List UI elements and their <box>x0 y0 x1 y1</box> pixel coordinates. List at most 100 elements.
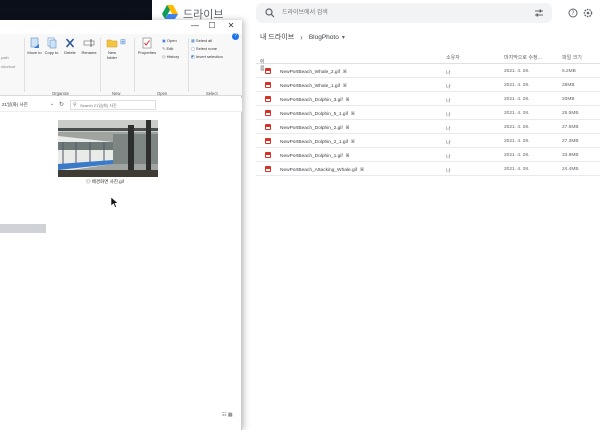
nav-pane-selected-item[interactable] <box>0 224 46 233</box>
move-to-button[interactable]: Move to <box>27 37 42 56</box>
breadcrumb-dropdown-icon[interactable]: ▾ <box>342 34 345 41</box>
file-size: 33.9MB <box>562 152 579 158</box>
close-button[interactable]: ✕ <box>224 21 238 30</box>
explorer-ribbon: path shortcut Move to Copy to Delete Ren… <box>0 34 242 96</box>
breadcrumb-separator-icon: › <box>300 32 303 42</box>
select-all-menu-item[interactable]: ▦ Select all <box>191 38 212 43</box>
file-name[interactable]: NewPortBeach_Whale_1.gif ꕤ <box>280 83 347 89</box>
file-owner: 나 <box>446 84 451 90</box>
ribbon-group-open: Open <box>157 91 168 96</box>
new-item-icon[interactable]: ⊞ <box>120 38 126 46</box>
gif-file-icon <box>265 166 271 172</box>
file-row[interactable]: NewPortBeach_Whale_1.gif ꕤ 나 2021. 4. 28. 28… <box>256 78 600 92</box>
shared-people-icon: ꕤ <box>345 96 350 102</box>
shared-people-icon: ꕤ <box>343 68 347 74</box>
file-size: 20MB <box>562 96 575 102</box>
view-toggle-icons[interactable]: ☷ ▦ <box>222 412 233 418</box>
svg-text:?: ? <box>571 10 574 17</box>
copy-to-icon <box>47 37 56 49</box>
file-row[interactable]: NewPortBeach_Whale_2.gif ꕤ 나 2021. 4. 28. 5.… <box>256 64 600 78</box>
shared-people-icon: ꕤ <box>345 124 350 130</box>
maximize-button[interactable]: ☐ <box>205 21 219 30</box>
file-size: 28MB <box>562 82 575 88</box>
file-row[interactable]: NewPortBeach_Dolphin_3.gif ꕤ 나 2021. 4. 28.… <box>256 92 600 106</box>
delete-button[interactable]: Delete <box>62 37 78 56</box>
properties-icon <box>142 37 152 49</box>
file-name[interactable]: NewPortBeach_Dolphin_5_1.gif ꕤ <box>280 111 355 117</box>
file-owner: 나 <box>446 98 451 104</box>
shared-people-icon: ꕤ <box>351 138 355 144</box>
ribbon-separator <box>100 38 101 92</box>
file-modified: 2021. 4. 28. <box>504 110 530 116</box>
file-owner: 나 <box>446 126 451 132</box>
explorer-search-input[interactable] <box>80 102 154 109</box>
help-icon[interactable]: ? <box>232 33 239 40</box>
file-size: 27.5MB <box>562 124 579 130</box>
explorer-search-box[interactable]: ⚲ <box>70 100 156 110</box>
gif-file-icon <box>265 138 271 144</box>
gif-file-icon <box>265 152 271 158</box>
file-name[interactable]: NewPortBeach_Dolphin_1.gif ꕤ <box>280 153 349 159</box>
invert-selection-menu-item[interactable]: ◩ Invert selection <box>191 54 223 59</box>
file-row[interactable]: NewPortBeach_Dolphin_2.gif ꕤ 나 2021. 4. 28.… <box>256 120 600 134</box>
address-bar-path[interactable]: 21일(화) 사진 <box>2 102 28 108</box>
gif-file-icon <box>265 68 271 74</box>
file-size: 24.4MB <box>562 166 579 172</box>
shared-people-icon: ꕤ <box>343 82 347 88</box>
file-name[interactable]: NewPortBeach_Dolphin_2.gif ꕤ <box>280 125 349 131</box>
move-to-icon <box>30 37 39 48</box>
breadcrumb: 내 드라이브 › BlogPhoto ▾ <box>260 31 345 43</box>
file-modified: 2021. 4. 28. <box>504 124 530 130</box>
file-row[interactable]: NewPortBeach_Attacking_Whale.gif ꕤ 나 2021. … <box>256 162 600 176</box>
rename-button[interactable]: Rename <box>80 37 98 56</box>
open-menu-item[interactable]: ▣ Open <box>162 38 177 43</box>
refresh-icon[interactable]: ↻ <box>59 101 64 108</box>
thumbnail-caption[interactable]: ◎ 배경화면 사진.gif <box>86 179 124 185</box>
column-modified[interactable]: 마지막으로 수정... <box>504 54 542 61</box>
ribbon-group-new: New <box>112 91 121 96</box>
minimize-button[interactable]: — <box>188 21 202 30</box>
new-folder-button[interactable]: New folder <box>103 37 121 60</box>
ribbon-partial-path[interactable]: path <box>1 55 9 60</box>
column-size[interactable]: 파일 크기 <box>562 54 582 61</box>
drive-search-input[interactable] <box>282 6 512 20</box>
address-dropdown-icon[interactable]: ⌄ <box>50 101 54 107</box>
select-all-icon: ▦ <box>191 38 195 43</box>
file-name[interactable]: NewPortBeach_Dolphin_3.gif ꕤ <box>280 97 349 103</box>
file-thumbnail[interactable] <box>58 120 158 177</box>
ribbon-partial-shortcut[interactable]: shortcut <box>1 64 15 69</box>
breadcrumb-root[interactable]: 내 드라이브 <box>260 32 294 42</box>
history-icon: ◷ <box>162 54 166 59</box>
gif-file-icon <box>265 96 271 102</box>
help-icon[interactable]: ? <box>568 8 578 18</box>
breadcrumb-current[interactable]: BlogPhoto <box>309 34 339 41</box>
gif-file-icon <box>265 82 271 88</box>
settings-gear-icon[interactable] <box>583 8 593 18</box>
search-icon[interactable] <box>265 8 275 18</box>
properties-button[interactable]: Properties <box>137 37 157 56</box>
file-name[interactable]: NewPortBeach_Whale_2.gif ꕤ <box>280 69 347 75</box>
file-modified: 2021. 4. 28. <box>504 138 530 144</box>
select-none-menu-item[interactable]: ▢ Select none <box>191 46 217 51</box>
history-menu-item[interactable]: ◷ History <box>162 54 179 59</box>
file-row[interactable]: NewPortBeach_Dolphin_5_1.gif ꕤ 나 2021. 4. 2… <box>256 106 600 120</box>
search-options-icon[interactable] <box>534 8 544 18</box>
checkbox-icon[interactable]: ◎ <box>86 179 91 184</box>
shared-people-icon: ꕤ <box>360 166 364 172</box>
drive-search-box[interactable] <box>256 3 552 23</box>
address-bar-row: 21일(화) 사진 ⌄ ↻ ⚲ <box>0 98 242 112</box>
file-row[interactable]: NewPortBeach_Dolphin_2_1.gif ꕤ 나 2021. 4. 2… <box>256 134 600 148</box>
edit-menu-item[interactable]: ✎ Edit <box>162 46 173 51</box>
file-row[interactable]: NewPortBeach_Dolphin_1.gif ꕤ 나 2021. 4. 28.… <box>256 148 600 162</box>
column-owner[interactable]: 소유자 <box>446 54 460 61</box>
file-name[interactable]: NewPortBeach_Dolphin_2_1.gif ꕤ <box>280 139 355 145</box>
new-folder-icon <box>106 39 118 48</box>
copy-to-button[interactable]: Copy to <box>44 37 59 56</box>
file-owner: 나 <box>446 70 451 76</box>
file-size: 27.3MB <box>562 138 579 144</box>
gif-file-icon <box>265 110 271 116</box>
file-modified: 2021. 4. 28. <box>504 152 530 158</box>
drive-logo-icon[interactable] <box>162 5 178 19</box>
file-modified: 2021. 4. 28. <box>504 82 530 88</box>
file-name[interactable]: NewPortBeach_Attacking_Whale.gif ꕤ <box>280 167 364 173</box>
